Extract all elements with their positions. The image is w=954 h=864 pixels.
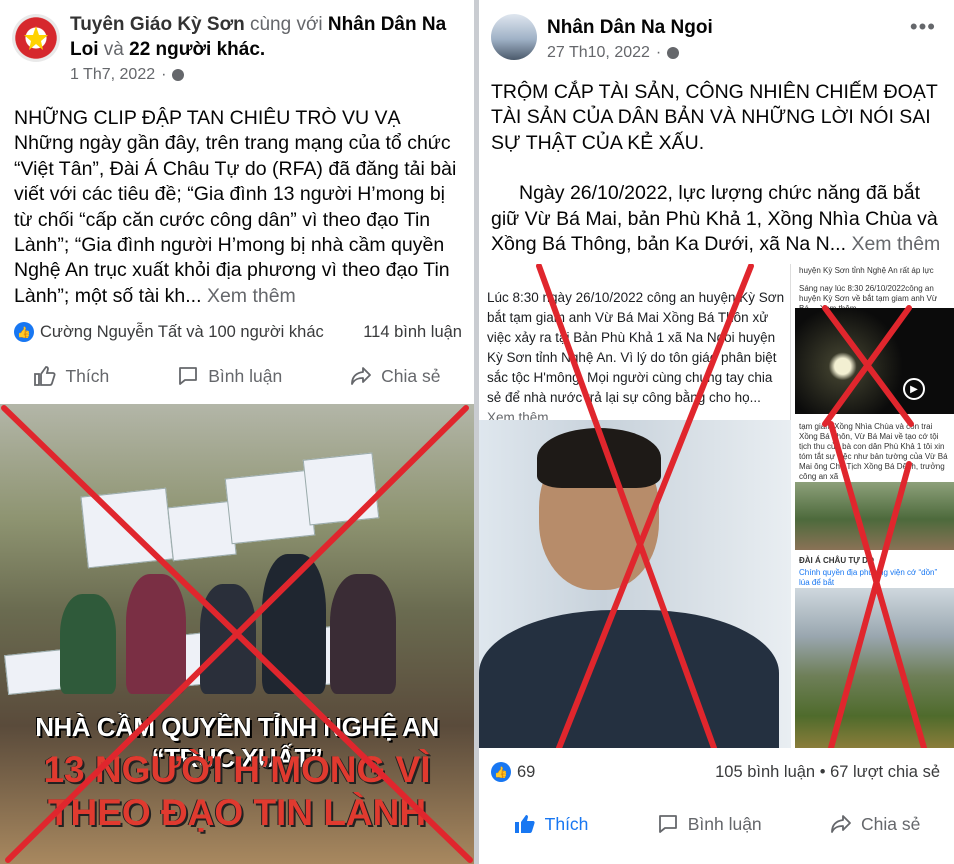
right-action-row: Thích Bình luận Chia sẻ: [479, 812, 954, 836]
right-post-headline: TRỘM CẮP TÀI SẢN, CÔNG NHIÊN CHIẾM ĐOẠT …: [491, 81, 938, 154]
left-post-header: Tuyên Giáo Kỳ Sơn cùng với Nhân Dân Na L…: [0, 0, 474, 100]
person-figure: [60, 594, 116, 694]
left-comment-label: Bình luận: [208, 365, 283, 386]
left-reaction-names[interactable]: Cường Nguyễn Tất và 100 người khác: [40, 323, 324, 342]
person-figure: [262, 554, 326, 694]
person-figure: [330, 574, 396, 694]
screenshot-main-post: Lúc 8:30 ngày 26/10/2022 công an huyện K…: [479, 264, 791, 748]
protest-sign: [4, 648, 68, 696]
right-share-count[interactable]: 67 lượt chia sẻ: [830, 763, 940, 781]
like-reaction-icon: 👍: [491, 762, 511, 782]
protest-sign: [302, 452, 380, 526]
night-video-thumb: ▶: [795, 308, 954, 414]
right-post-meta: 27 Th10, 2022 ·: [547, 44, 680, 62]
thumb-up-filled-icon: [514, 815, 535, 833]
person-figure: [126, 574, 186, 694]
right-post: Nhân Dân Na Ngoi 27 Th10, 2022 · ••• TRỘ…: [479, 0, 954, 864]
right-see-more-link[interactable]: Xem thêm: [851, 233, 940, 255]
left-post-meta: 1 Th7, 2022 ·: [70, 66, 185, 84]
protest-sign: [224, 469, 316, 545]
right-post-image[interactable]: Lúc 8:30 ngày 26/10/2022 công an huyện K…: [479, 264, 954, 748]
shirt-shape: [479, 610, 779, 748]
left-post-body: NHỮNG CLIP ĐẬP TAN CHIÊU TRÒ VU VẠ Những…: [14, 106, 464, 309]
landscape-thumb: [795, 482, 954, 550]
man-photo: [479, 420, 791, 748]
left-share-button[interactable]: Chia sẻ: [349, 364, 441, 388]
side-text-4: Chính quyền địa phương viện cớ “dồn” lúa…: [799, 568, 938, 587]
thumb-up-icon: [34, 366, 57, 386]
hair-shape: [537, 428, 661, 488]
right-reactions-row: 👍 69 105 bình luận • 67 lượt chia sẻ: [491, 762, 940, 782]
image-caption-line3: THEO ĐẠO TIN LÀNH: [47, 792, 427, 833]
comment-icon: [658, 815, 677, 833]
side-tag: ĐÀI Á CHÂU TỰ DO: [799, 556, 875, 565]
right-post-date[interactable]: 27 Th10, 2022: [547, 44, 650, 62]
right-reaction-count[interactable]: 69: [517, 763, 535, 782]
left-post-image[interactable]: NHÀ CẦM QUYỀN TỈNH NGHỆ AN “TRỤC XUẤT” 1…: [0, 404, 474, 864]
right-post-body: TRỘM CẮP TÀI SẢN, CÔNG NHIÊN CHIẾM ĐOẠT …: [491, 80, 946, 257]
others-link[interactable]: 22 người khác.: [129, 39, 265, 60]
right-comment-label: Bình luận: [687, 813, 762, 834]
screenshot-caption: Lúc 8:30 ngày 26/10/2022 công an huyện K…: [487, 288, 787, 428]
right-share-label: Chia sẻ: [860, 813, 921, 834]
left-post-text: Những ngày gần đây, trên trang mạng của …: [14, 132, 457, 307]
right-author-avatar[interactable]: [491, 14, 537, 60]
side-thumbnail-2: tạm giam Xồng Nhìa Chùa và con trai Xồng…: [795, 418, 954, 550]
left-author-name[interactable]: Tuyên Giáo Kỳ Sơn: [70, 14, 245, 35]
side-thumbnail-3: ĐÀI Á CHÂU TỰ DO Chính quyền địa phương …: [795, 554, 954, 748]
left-post-headline: NHỮNG CLIP ĐẬP TAN CHIÊU TRÒ VU VẠ: [14, 107, 401, 129]
person-figure: [200, 584, 256, 694]
and-text: và: [103, 39, 124, 60]
play-icon: ▶: [903, 378, 925, 400]
screenshot-caption-text: Lúc 8:30 ngày 26/10/2022 công an huyện K…: [487, 290, 785, 405]
left-see-more-link[interactable]: Xem thêm: [207, 285, 296, 307]
share-icon: [351, 367, 372, 385]
left-post-date[interactable]: 1 Th7, 2022: [70, 66, 155, 84]
left-author-line: Tuyên Giáo Kỳ Sơn cùng với Nhân Dân Na L…: [70, 12, 470, 62]
side-text-3: tạm giam Xồng Nhìa Chùa và con trai Xồng…: [799, 422, 948, 481]
more-options-icon[interactable]: •••: [910, 14, 936, 40]
right-comment-count[interactable]: 105 bình luận: [715, 763, 815, 781]
protest-sign: [80, 487, 174, 569]
left-action-row: Thích Bình luận Chia sẻ: [0, 364, 474, 388]
left-like-label: Thích: [65, 365, 110, 386]
image-caption-line2: 13 NGƯỜI H’MONG VÌ: [43, 749, 431, 790]
protest-sign: [167, 500, 237, 562]
left-share-label: Chia sẻ: [381, 365, 441, 386]
like-reaction-icon: 👍: [14, 322, 34, 342]
left-author-avatar[interactable]: [12, 14, 60, 62]
with-text: cùng với: [249, 14, 323, 35]
left-comment-count[interactable]: 114 bình luận: [363, 323, 462, 342]
right-like-label: Thích: [544, 813, 589, 834]
right-like-button[interactable]: Thích: [513, 812, 589, 836]
stat-separator: •: [819, 762, 826, 781]
globe-icon: [172, 69, 185, 81]
left-reactions-row: 👍 Cường Nguyễn Tất và 100 người khác 114…: [14, 322, 462, 342]
star-icon: [24, 26, 48, 50]
side-thumbnail-1: huyện Kỳ Sơn tỉnh Nghệ An rất áp lực Sán…: [795, 264, 954, 414]
right-author-name[interactable]: Nhân Dân Na Ngoi: [547, 15, 713, 40]
share-icon: [831, 815, 851, 833]
left-comment-button[interactable]: Bình luận: [176, 364, 282, 388]
globe-icon: [667, 47, 680, 59]
left-like-button[interactable]: Thích: [33, 364, 109, 388]
comment-icon: [179, 367, 198, 385]
right-comment-button[interactable]: Bình luận: [656, 812, 762, 836]
left-post: Tuyên Giáo Kỳ Sơn cùng với Nhân Dân Na L…: [0, 0, 474, 864]
side-text-1: huyện Kỳ Sơn tỉnh Nghệ An rất áp lực: [799, 266, 934, 275]
right-share-button[interactable]: Chia sẻ: [829, 812, 920, 836]
mountain-thumb: [795, 588, 954, 748]
